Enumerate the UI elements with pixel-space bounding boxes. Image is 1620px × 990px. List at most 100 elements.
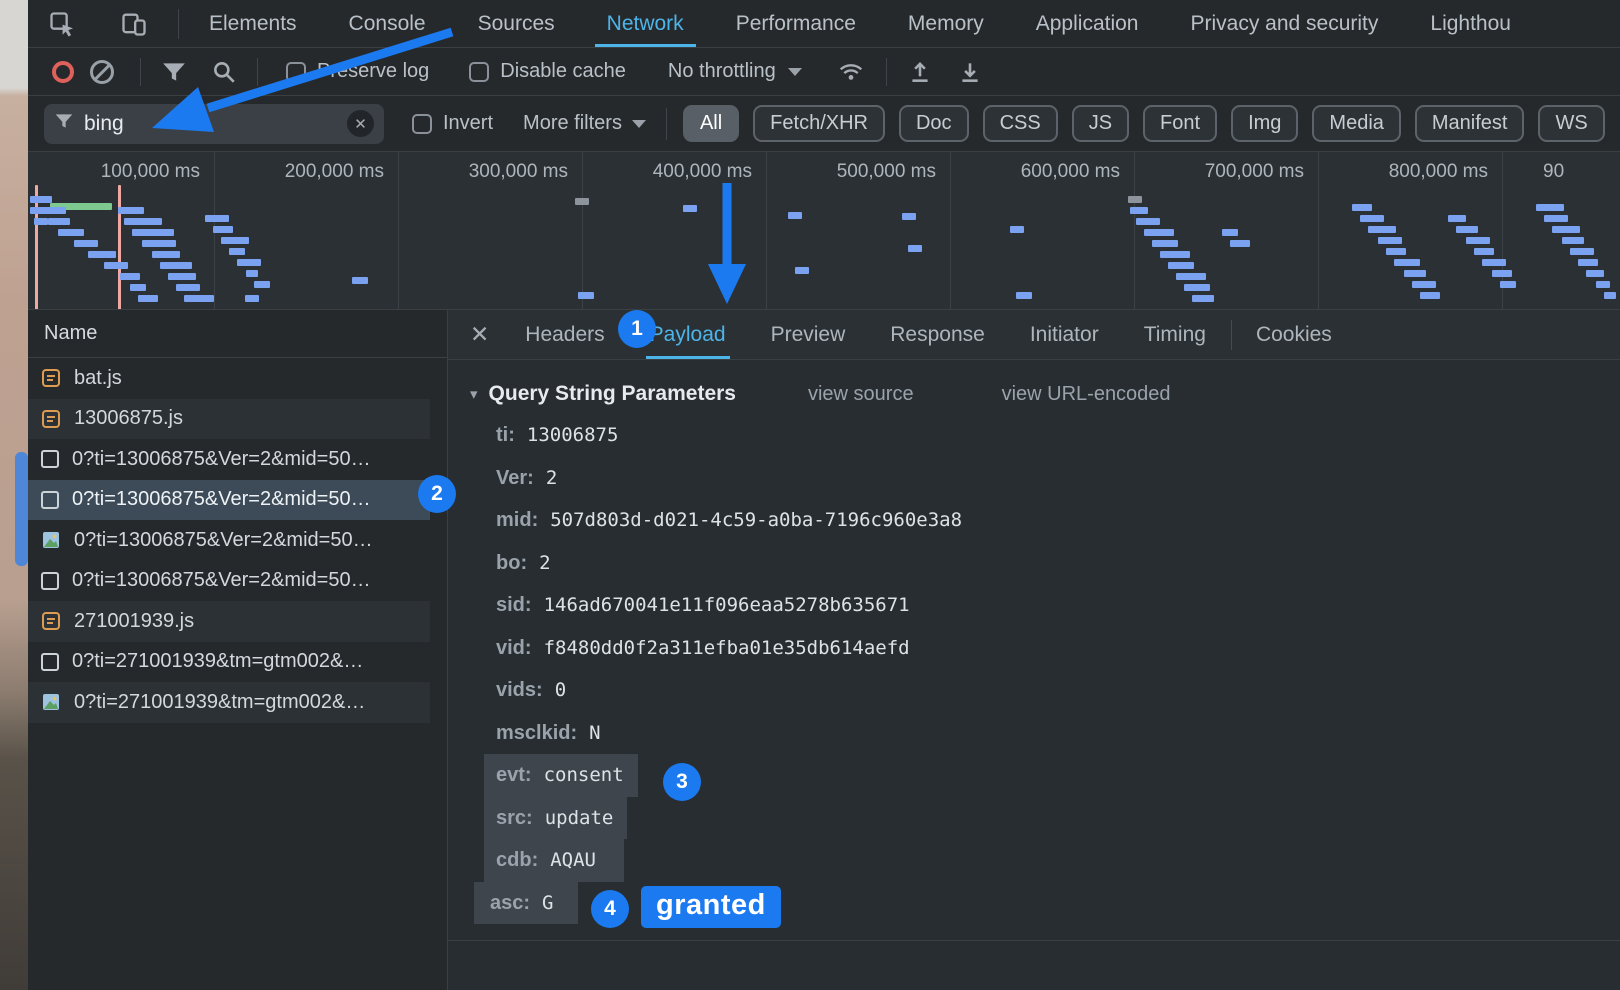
param-key: bo — [496, 552, 527, 574]
detail-tab-response[interactable]: Response — [890, 310, 985, 359]
waterfall-bar — [1192, 295, 1214, 302]
request-list-panel: Name bat.js 13006875.js 0?ti=13006875&Ve… — [28, 310, 447, 990]
request-row[interactable]: 13006875.js — [28, 399, 430, 440]
document-icon — [41, 572, 59, 590]
time-label: 600,000 ms — [1000, 161, 1120, 183]
filter-funnel-icon[interactable] — [161, 59, 187, 85]
tab-privacy-security[interactable]: Privacy and security — [1164, 0, 1404, 47]
preserve-log-toggle[interactable]: Preserve log — [286, 60, 429, 83]
preserve-log-checkbox[interactable] — [286, 62, 306, 82]
pill-css[interactable]: CSS — [983, 105, 1058, 142]
param-key: evt — [496, 764, 532, 786]
waterfall-bar — [1544, 215, 1568, 222]
image-icon — [41, 530, 61, 550]
request-name: 0?ti=13006875&Ver=2&mid=50… — [72, 569, 371, 592]
devtools-window: Elements Console Sources Network Perform… — [0, 0, 1620, 990]
waterfall-bar — [1010, 226, 1024, 233]
pill-doc[interactable]: Doc — [899, 105, 969, 142]
waterfall-bar — [1404, 270, 1426, 277]
waterfall-bar — [1378, 237, 1402, 244]
waterfall-bar — [1128, 196, 1142, 203]
pill-ws[interactable]: WS — [1538, 105, 1604, 142]
request-row[interactable]: 0?ti=13006875&Ver=2&mid=50… — [28, 439, 430, 480]
waterfall-bar — [124, 218, 162, 225]
network-overview-waterfall[interactable]: 100,000 ms 200,000 ms 300,000 ms 400,000… — [0, 152, 1620, 310]
request-row[interactable]: 0?ti=13006875&Ver=2&mid=50… — [28, 561, 430, 602]
waterfall-bar — [1184, 284, 1210, 291]
waterfall-bar — [120, 273, 140, 280]
waterfall-bar — [1412, 281, 1436, 288]
param-value: AQAU — [550, 849, 596, 871]
disable-cache-checkbox[interactable] — [469, 62, 489, 82]
view-source-link[interactable]: view source — [808, 383, 914, 406]
tab-lighthouse[interactable]: Lighthou — [1404, 0, 1537, 47]
param-value: f8480dd0f2a311efba01e35db614aefd — [544, 637, 910, 659]
filterbar-separator — [666, 108, 667, 140]
disable-cache-toggle[interactable]: Disable cache — [469, 60, 626, 83]
waterfall-bar — [176, 284, 200, 291]
pill-font[interactable]: Font — [1143, 105, 1217, 142]
detail-tab-cookies[interactable]: Cookies — [1256, 310, 1332, 359]
detail-tab-timing[interactable]: Timing — [1144, 310, 1206, 359]
search-icon[interactable] — [211, 59, 237, 85]
network-conditions-icon[interactable] — [836, 59, 866, 85]
waterfall-bar — [1456, 226, 1478, 233]
pill-manifest[interactable]: Manifest — [1415, 105, 1525, 142]
waterfall-bar — [229, 248, 245, 255]
param-row: vidf8480dd0f2a311efba01e35db614aefd — [470, 627, 1620, 670]
request-row[interactable]: 0?ti=271001939&tm=gtm002&… — [28, 682, 430, 723]
annotation-badge-1: 1 — [618, 310, 656, 348]
waterfall-bar — [118, 185, 121, 310]
waterfall-bar — [160, 262, 192, 269]
filter-input[interactable] — [84, 112, 337, 136]
request-row-selected[interactable]: 0?ti=13006875&Ver=2&mid=50… — [28, 480, 430, 521]
pill-media[interactable]: Media — [1312, 105, 1400, 142]
pill-img[interactable]: Img — [1231, 105, 1298, 142]
waterfall-bar — [1536, 204, 1564, 211]
detail-tab-payload[interactable]: Payload — [650, 310, 726, 359]
throttling-dropdown[interactable]: No throttling — [668, 60, 802, 83]
tab-sources[interactable]: Sources — [452, 0, 581, 47]
collapse-triangle-icon[interactable]: ▾ — [470, 385, 478, 403]
pill-fetch-xhr[interactable]: Fetch/XHR — [753, 105, 885, 142]
tabbar-separator — [178, 9, 179, 39]
tab-elements[interactable]: Elements — [183, 0, 323, 47]
waterfall-bar — [1168, 262, 1194, 269]
waterfall-bar — [130, 284, 146, 291]
param-value: N — [589, 722, 600, 744]
tab-performance[interactable]: Performance — [710, 0, 882, 47]
record-button[interactable] — [52, 61, 74, 83]
name-column-header[interactable]: Name — [28, 310, 447, 358]
tab-network[interactable]: Network — [581, 0, 710, 47]
detail-tab-headers[interactable]: Headers — [525, 310, 604, 359]
close-icon[interactable]: ✕ — [470, 321, 489, 348]
param-row: ti13006875 — [470, 414, 1620, 457]
waterfall-bar — [902, 213, 916, 220]
clear-filter-icon[interactable]: ✕ — [347, 110, 374, 137]
more-filters-dropdown[interactable]: More filters — [523, 112, 646, 135]
pill-all[interactable]: All — [683, 105, 739, 142]
import-har-icon[interactable] — [907, 59, 933, 85]
pill-js[interactable]: JS — [1072, 105, 1129, 142]
request-row[interactable]: 271001939.js — [28, 601, 430, 642]
device-toolbar-icon[interactable] — [120, 10, 148, 38]
toolbar-separator — [257, 58, 258, 86]
annotation-badge-3: 3 — [663, 763, 701, 801]
view-url-encoded-link[interactable]: view URL-encoded — [1002, 383, 1171, 406]
tab-memory[interactable]: Memory — [882, 0, 1010, 47]
request-row[interactable]: bat.js — [28, 358, 430, 399]
inspect-element-icon[interactable] — [48, 10, 76, 38]
request-row[interactable]: 0?ti=13006875&Ver=2&mid=50… — [28, 520, 430, 561]
detail-tab-preview[interactable]: Preview — [771, 310, 846, 359]
clear-network-log-icon[interactable] — [90, 60, 114, 84]
invert-toggle[interactable]: Invert — [412, 112, 493, 135]
tab-application[interactable]: Application — [1010, 0, 1165, 47]
query-string-parameters-title[interactable]: Query String Parameters — [489, 382, 736, 406]
param-key: vids — [496, 679, 543, 701]
invert-checkbox[interactable] — [412, 114, 432, 134]
detail-tab-initiator[interactable]: Initiator — [1030, 310, 1099, 359]
tab-console[interactable]: Console — [323, 0, 452, 47]
export-har-icon[interactable] — [957, 59, 983, 85]
request-row[interactable]: 0?ti=271001939&tm=gtm002&… — [28, 642, 430, 683]
filter-box[interactable]: ✕ — [44, 104, 384, 144]
